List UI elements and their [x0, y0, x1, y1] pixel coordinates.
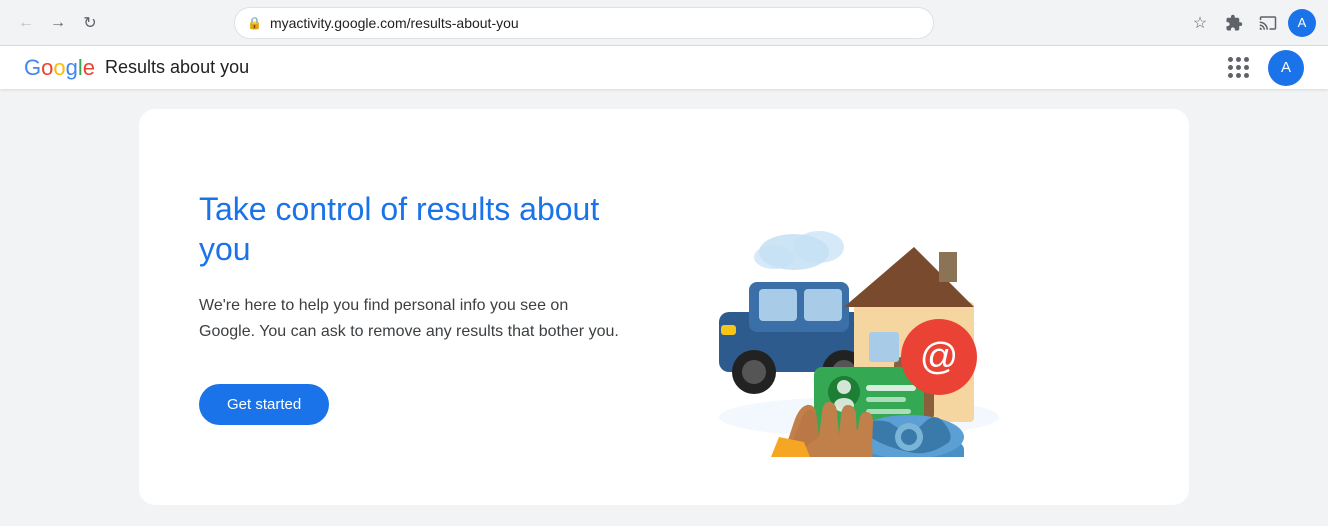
svg-text:@: @: [920, 336, 959, 378]
logo-G: G: [24, 55, 41, 81]
url-text: myactivity.google.com/results-about-you: [270, 15, 921, 31]
card-text-section: Take control of results about you We're …: [199, 189, 619, 425]
logo-e: e: [83, 55, 95, 81]
main-content: Take control of results about you We're …: [0, 89, 1328, 525]
illustration-svg: @: [659, 157, 1039, 457]
hero-illustration: @: [659, 157, 1039, 457]
browser-actions: ☆ A: [1186, 9, 1316, 37]
hero-card: Take control of results about you We're …: [139, 109, 1189, 505]
get-started-button[interactable]: Get started: [199, 384, 329, 425]
bookmark-button[interactable]: ☆: [1186, 9, 1214, 37]
logo-o1: o: [41, 55, 53, 81]
top-navigation: Google Results about you A: [0, 46, 1328, 89]
forward-button[interactable]: →: [44, 9, 72, 37]
logo-o2: o: [53, 55, 65, 81]
lock-icon: 🔒: [247, 16, 262, 30]
reload-button[interactable]: ↻: [76, 9, 104, 37]
page-title: Results about you: [105, 57, 249, 78]
extensions-button[interactable]: [1220, 9, 1248, 37]
browser-nav-buttons: ← → ↻: [12, 9, 104, 37]
address-bar[interactable]: 🔒 myactivity.google.com/results-about-yo…: [234, 7, 934, 39]
profile-avatar-chrome[interactable]: A: [1288, 9, 1316, 37]
cast-button[interactable]: [1254, 9, 1282, 37]
card-heading: Take control of results about you: [199, 189, 619, 269]
apps-grid-icon: [1224, 53, 1253, 82]
page: Google Results about you A: [0, 46, 1328, 525]
apps-button[interactable]: [1220, 50, 1256, 86]
nav-right-actions: A: [1220, 50, 1304, 86]
card-description: We're here to help you find personal inf…: [199, 293, 619, 344]
profile-avatar[interactable]: A: [1268, 50, 1304, 86]
back-button[interactable]: ←: [12, 9, 40, 37]
google-logo: Google: [24, 55, 95, 81]
logo-g: g: [66, 55, 78, 81]
browser-chrome: ← → ↻ 🔒 myactivity.google.com/results-ab…: [0, 0, 1328, 46]
nav-logo-area: Google Results about you: [24, 55, 249, 81]
